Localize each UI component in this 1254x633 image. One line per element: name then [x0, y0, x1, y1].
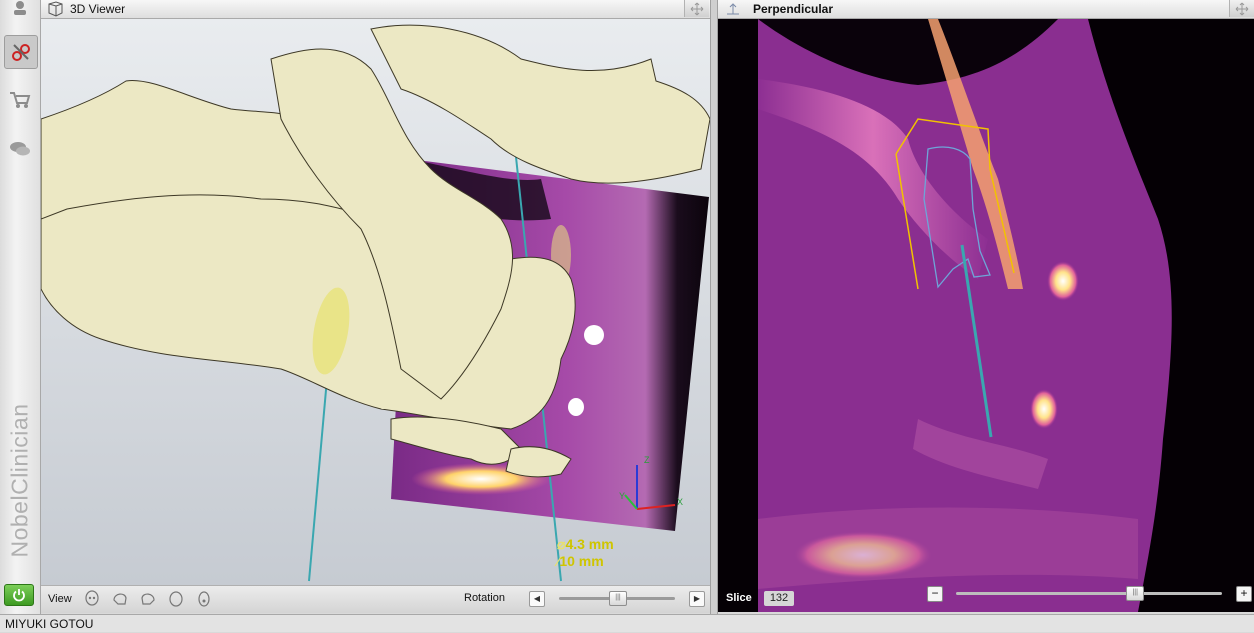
svg-text:Y: Y	[619, 491, 625, 501]
slice-slider-track[interactable]	[956, 592, 1222, 595]
perpendicular-viewport[interactable]: Slice 132 − ||| +	[718, 19, 1254, 612]
skull-top-icon[interactable]	[194, 589, 214, 609]
implant-dimensions: ⌀4.3 mm ⁄10 mm	[557, 536, 614, 570]
viewer3d-move-button[interactable]	[684, 0, 709, 17]
chat-icon[interactable]	[4, 133, 36, 165]
power-button[interactable]	[4, 584, 34, 606]
skull-right-icon[interactable]	[138, 589, 158, 609]
perpendicular-footer: Slice 132 − ||| +	[718, 582, 1254, 612]
planning-icon[interactable]	[4, 35, 38, 69]
perpendicular-header: Perpendicular	[718, 0, 1254, 19]
view-label: View	[48, 593, 72, 605]
perpendicular-title: Perpendicular	[753, 2, 834, 16]
svg-text:Z: Z	[644, 455, 650, 465]
ct-image	[758, 19, 1172, 612]
rotation-left-button[interactable]: ◀	[529, 591, 545, 607]
slice-increment-button[interactable]: +	[1236, 586, 1252, 602]
rotation-right-button[interactable]: ▶	[689, 591, 705, 607]
patient-icon[interactable]	[4, 0, 36, 24]
patient-name: MIYUKI GOTOU	[5, 617, 94, 631]
skull-back-icon[interactable]	[166, 589, 186, 609]
brand-logo: NobelClinician	[6, 402, 33, 558]
cube-icon	[48, 1, 63, 17]
slice-decrement-button[interactable]: −	[927, 586, 943, 602]
skull-front-icon[interactable]	[82, 589, 102, 609]
viewer3d-viewport[interactable]: Z Y X ⌀4.3 mm ⁄10 mm	[41, 19, 710, 585]
viewer3d-title: 3D Viewer	[70, 2, 126, 16]
panel-splitter[interactable]	[710, 0, 718, 614]
implant-length: ⁄10 mm	[557, 553, 604, 569]
viewer3d-toolbar: View Rotation ◀ ||| ▶	[41, 585, 710, 613]
move-arrows-icon	[690, 2, 704, 15]
cart-icon[interactable]	[4, 84, 36, 116]
power-icon	[13, 589, 25, 602]
skull-left-icon[interactable]	[110, 589, 130, 609]
slice-slider-thumb[interactable]: |||	[1126, 586, 1145, 601]
viewer3d-header: 3D Viewer	[41, 0, 710, 19]
status-bar: MIYUKI GOTOU	[0, 614, 1254, 632]
left-tool-rail: NobelClinician	[0, 0, 41, 614]
slice-label: Slice	[726, 592, 752, 604]
implant-diameter: ⌀4.3 mm	[557, 536, 614, 552]
rotation-label: Rotation	[464, 592, 505, 604]
move-arrows-icon	[1235, 2, 1249, 15]
svg-text:X: X	[677, 497, 683, 507]
perpendicular-icon	[727, 3, 739, 15]
slice-number[interactable]: 132	[764, 591, 794, 606]
perpendicular-move-button[interactable]	[1229, 0, 1254, 17]
rotation-slider-thumb[interactable]: |||	[609, 591, 627, 606]
